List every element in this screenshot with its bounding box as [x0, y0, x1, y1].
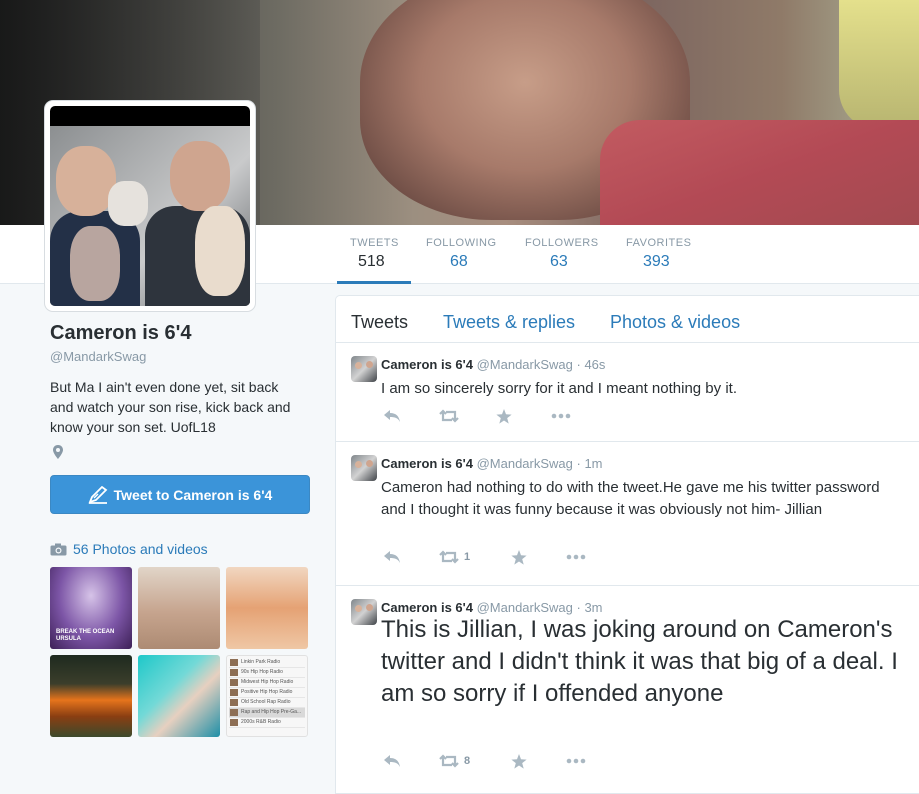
- tweet-author-handle[interactable]: @MandarkSwag: [477, 357, 573, 372]
- reply-icon: [384, 410, 400, 422]
- stat-value: 518: [358, 253, 385, 270]
- more-dots-icon: [566, 758, 586, 764]
- retweet-icon: [439, 409, 459, 423]
- media-thumb[interactable]: [50, 655, 132, 737]
- tweet-header: Cameron is 6'4 @MandarkSwag · 3m: [381, 600, 603, 615]
- favorite-button[interactable]: [496, 408, 512, 424]
- timeline-tabs: Tweets Tweets & replies Photos & videos: [336, 296, 919, 343]
- photos-videos-label: 56 Photos and videos: [73, 541, 208, 557]
- tweet-actions: 8: [381, 753, 681, 769]
- quill-icon: [88, 485, 108, 504]
- media-thumb[interactable]: Linkin Park Radio 90s Hip Hop Radio Midw…: [226, 655, 308, 737]
- retweet-button[interactable]: 8: [439, 753, 470, 769]
- tweet-text: I am so sincerely sorry for it and I mea…: [381, 380, 737, 397]
- radio-item: Linkin Park Radio: [229, 658, 305, 668]
- profile-avatar[interactable]: [45, 101, 255, 311]
- favorite-button[interactable]: [511, 549, 527, 565]
- tweet[interactable]: Cameron is 6'4 @MandarkSwag · 46s I am s…: [336, 343, 919, 442]
- retweet-button[interactable]: [439, 408, 464, 424]
- radio-item: Positive Hip Hop Radio: [229, 688, 305, 698]
- star-icon: [511, 753, 527, 769]
- stat-tweets[interactable]: TWEETS 518: [350, 237, 399, 271]
- tweet-author-handle[interactable]: @MandarkSwag: [477, 600, 573, 615]
- tab-photos-videos[interactable]: Photos & videos: [610, 312, 740, 333]
- reply-icon: [384, 551, 400, 563]
- profile-card: Cameron is 6'4 @MandarkSwag But Ma I ain…: [50, 320, 310, 437]
- more-button[interactable]: [566, 549, 586, 565]
- timeline: Tweets Tweets & replies Photos & videos …: [335, 295, 919, 794]
- tweet-timestamp[interactable]: · 1m: [577, 456, 603, 471]
- stat-value: 393: [643, 253, 670, 270]
- tweet-actions: 1: [381, 549, 681, 565]
- tweet-author-handle[interactable]: @MandarkSwag: [477, 456, 573, 471]
- tweet-timestamp[interactable]: · 46s: [577, 357, 606, 372]
- reply-icon: [384, 755, 400, 767]
- tweet-header: Cameron is 6'4 @MandarkSwag · 1m: [381, 456, 603, 471]
- more-button[interactable]: [566, 753, 586, 769]
- more-button[interactable]: [551, 408, 571, 424]
- tweet-timestamp[interactable]: · 3m: [577, 600, 603, 615]
- profile-name[interactable]: Cameron is 6'4: [50, 322, 310, 345]
- tweet-header: Cameron is 6'4 @MandarkSwag · 46s: [381, 357, 605, 372]
- header-photo-shirt: [600, 120, 919, 225]
- reply-button[interactable]: [383, 549, 401, 565]
- more-dots-icon: [551, 413, 571, 419]
- radio-list: Linkin Park Radio 90s Hip Hop Radio Midw…: [229, 658, 305, 728]
- tweet-to-label: Tweet to Cameron is 6'4: [113, 486, 273, 503]
- photos-videos-link[interactable]: 56 Photos and videos: [50, 541, 208, 557]
- radio-item: 90s Hip Hop Radio: [229, 668, 305, 678]
- retweet-icon: [439, 550, 459, 564]
- tab-tweets[interactable]: Tweets: [351, 312, 408, 333]
- reply-button[interactable]: [383, 753, 401, 769]
- star-icon: [496, 408, 512, 424]
- tweet-actions: [381, 408, 681, 424]
- media-thumb[interactable]: BREAK THE OCEAN URSULA: [50, 567, 132, 649]
- header-photo-foliage: [839, 0, 919, 130]
- media-thumb[interactable]: [138, 655, 220, 737]
- media-grid: BREAK THE OCEAN URSULA Linkin Park Radio…: [50, 567, 310, 739]
- radio-item: Old School Rap Radio: [229, 698, 305, 708]
- profile-bio: But Ma I ain't even done yet, sit back a…: [50, 379, 291, 435]
- stat-label: TWEETS: [350, 237, 399, 249]
- stat-label: FOLLOWERS: [525, 237, 599, 249]
- favorite-button[interactable]: [511, 753, 527, 769]
- stat-favorites[interactable]: FAVORITES 393: [626, 237, 691, 271]
- star-icon: [511, 549, 527, 565]
- radio-item: Rap and Hip Hop Pre-Ga...: [229, 708, 305, 718]
- tweet-author-name[interactable]: Cameron is 6'4: [381, 357, 473, 372]
- stat-label: FOLLOWING: [426, 237, 497, 249]
- tweet-author-name[interactable]: Cameron is 6'4: [381, 456, 473, 471]
- tweet-text: This is Jillian, I was joking around on …: [381, 616, 898, 707]
- tweet-avatar[interactable]: [351, 356, 377, 382]
- tweet-text: Cameron had nothing to do with the tweet…: [381, 479, 880, 518]
- tweet-to-button[interactable]: Tweet to Cameron is 6'4: [50, 475, 310, 514]
- retweet-count: 1: [464, 551, 471, 563]
- media-thumb[interactable]: [226, 567, 308, 649]
- retweet-icon: [439, 754, 459, 768]
- stat-label: FAVORITES: [626, 237, 692, 249]
- tweet[interactable]: Cameron is 6'4 @MandarkSwag · 3m This is…: [336, 586, 919, 794]
- retweet-button[interactable]: 1: [439, 549, 470, 565]
- radio-item: Midwest Hip Hop Radio: [229, 678, 305, 688]
- tweet-author-name[interactable]: Cameron is 6'4: [381, 600, 473, 615]
- profile-handle[interactable]: @MandarkSwag: [50, 349, 310, 364]
- tweet-avatar[interactable]: [351, 455, 377, 481]
- more-dots-icon: [566, 554, 586, 560]
- tweet[interactable]: Cameron is 6'4 @MandarkSwag · 1m Cameron…: [336, 442, 919, 586]
- location-pin-icon: [53, 445, 63, 459]
- reply-button[interactable]: [383, 408, 401, 424]
- stat-value: 68: [450, 253, 468, 270]
- radio-item: 2000s R&B Radio: [229, 718, 305, 728]
- tweet-avatar[interactable]: [351, 599, 377, 625]
- camera-icon: [50, 543, 67, 555]
- tab-tweets-replies[interactable]: Tweets & replies: [443, 312, 575, 333]
- stat-followers[interactable]: FOLLOWERS 63: [525, 237, 599, 271]
- media-thumb[interactable]: [138, 567, 220, 649]
- stat-following[interactable]: FOLLOWING 68: [426, 237, 497, 271]
- avatar-image: [50, 106, 250, 306]
- retweet-count: 8: [464, 755, 471, 767]
- thumb-caption: BREAK THE OCEAN URSULA: [56, 629, 115, 642]
- stat-value: 63: [550, 253, 568, 270]
- active-stat-indicator: [337, 281, 411, 284]
